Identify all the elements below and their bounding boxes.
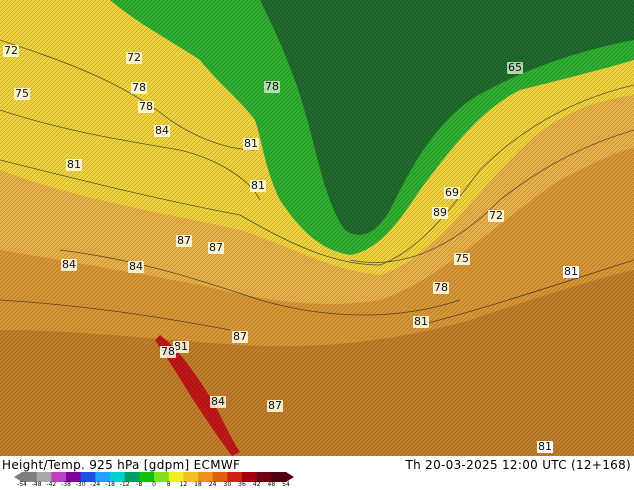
map-title: Height/Temp. 925 hPa [gdpm] ECMWF (2, 458, 241, 472)
contour-label: 87 (232, 330, 248, 343)
contour-label: 81 (243, 137, 259, 150)
contour-label: 72 (488, 209, 504, 222)
contour-label: 87 (267, 399, 283, 412)
colorbar-tick-label: 54 (282, 481, 290, 488)
contour-label: 65 (507, 61, 523, 74)
contour-label: 84 (61, 258, 77, 271)
contour-label: 78 (264, 80, 280, 93)
contour-label: 81 (250, 179, 266, 192)
colorbar-tick-label: 18 (194, 481, 202, 488)
colorbar-tick-label: 36 (238, 481, 246, 488)
map-canvas (0, 0, 634, 456)
contour-label: 89 (432, 206, 448, 219)
colorbar-tick-label: -54 (17, 481, 27, 488)
contour-label: 81 (563, 265, 579, 278)
colorbar-tick-label: -30 (75, 481, 86, 488)
map-hatching (0, 0, 634, 456)
contour-label: 78 (433, 281, 449, 294)
colorbar-tick-label: -8 (136, 481, 143, 488)
contour-label: 84 (154, 124, 170, 137)
contour-label: 81 (537, 440, 553, 453)
contour-label: 78 (160, 345, 176, 358)
contour-label: 87 (208, 241, 224, 254)
colorbar-tick-label: 42 (252, 481, 261, 488)
colorbar-tick-label: -24 (90, 481, 101, 488)
contour-label: 72 (126, 51, 142, 64)
weather-map: 72 72 75 78 78 78 84 81 81 81 84 84 87 8… (0, 0, 634, 456)
colorbar-tick-label: 8 (166, 481, 171, 488)
colorbar-tick-label: 30 (223, 481, 232, 488)
colorbar-ticks: -54 -48 -42 -38 -30 -24 -18 -12 -8 0 8 12 18 24 30 36 42… (17, 481, 302, 490)
colorbar-tick-label: 24 (208, 481, 217, 488)
contour-label: 75 (454, 252, 470, 265)
contour-label: 84 (210, 395, 226, 408)
contour-label: 78 (131, 81, 147, 94)
contour-label: 81 (66, 158, 82, 171)
colorbar-tick-label: 48 (267, 481, 276, 488)
contour-label: 75 (14, 87, 30, 100)
contour-label: 78 (138, 100, 154, 113)
valid-time: Th 20-03-2025 12:00 UTC (12+168) (405, 458, 631, 472)
contour-label: 72 (3, 44, 19, 57)
colorbar-tick-label: -48 (31, 481, 42, 488)
contour-label: 81 (413, 315, 429, 328)
contour-label: 87 (176, 234, 192, 247)
colorbar-tick-label: -18 (105, 481, 115, 488)
colorbar-tick-label: -12 (119, 481, 130, 488)
colorbar-tick-label: 12 (179, 481, 188, 488)
colorbar-tick-label: -38 (61, 481, 71, 488)
colorbar-tick-label: -42 (46, 481, 57, 488)
colorbar-tick-label: 0 (152, 481, 156, 488)
contour-label: 84 (128, 260, 144, 273)
contour-label: 69 (444, 186, 460, 199)
